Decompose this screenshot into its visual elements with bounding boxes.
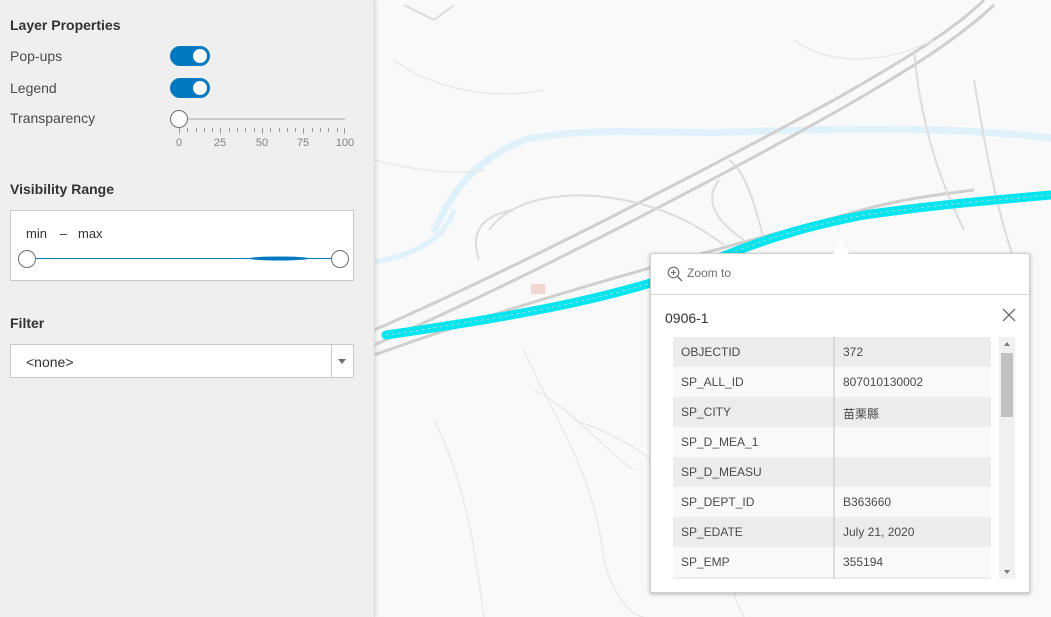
filter-select[interactable]: <none> (10, 344, 354, 378)
field-value: 372 (843, 345, 864, 359)
field-value: B363660 (843, 495, 892, 509)
layer-properties-panel: Layer Properties Pop-ups Legend Transpar… (0, 0, 375, 617)
layer-properties-title: Layer Properties (10, 17, 121, 33)
field-name: SP_D_MEA_1 (681, 435, 759, 449)
visibility-range-slider[interactable] (11, 211, 353, 280)
zoom-to-label: Zoom to (687, 266, 732, 280)
field-name: SP_EMP (681, 555, 730, 569)
transparency-slider-track[interactable] (179, 118, 345, 120)
scroll-up-arrow-icon[interactable] (1004, 342, 1010, 346)
field-value: July 21, 2020 (843, 525, 915, 539)
tick-label: 25 (213, 137, 227, 149)
table-row: SP_CITY 苗栗縣 (673, 397, 991, 427)
zoom-in-icon (667, 266, 683, 282)
tick-label: 0 (175, 137, 183, 149)
table-row: OBJECTID 372 (673, 337, 991, 367)
field-name: OBJECTID (681, 345, 741, 359)
attribute-table[interactable]: OBJECTID 372 SP_ALL_ID 807010130002 SP_C… (673, 337, 991, 579)
column-divider (833, 337, 835, 579)
transparency-ticks (179, 128, 345, 134)
filter-dropdown-button[interactable] (331, 345, 353, 377)
popups-toggle[interactable] (170, 46, 210, 66)
scroll-down-arrow-icon[interactable] (1004, 570, 1010, 574)
close-icon (1002, 308, 1016, 322)
field-value: 355194 (843, 555, 884, 569)
table-row: SP_D_MEA_1 (673, 427, 991, 457)
tick-label: 75 (296, 137, 310, 149)
table-row: SP_D_MEASU (673, 457, 991, 487)
feature-popup: Zoom to 0906-1 OBJECTID 372 SP_ALL_ID 80… (650, 253, 1030, 593)
field-name: SP_ALL_ID (681, 375, 744, 389)
visibility-max-thumb (331, 250, 349, 268)
field-name: SP_CITY (681, 405, 732, 419)
field-value: 807010130002 (843, 375, 924, 389)
field-value: 苗栗縣 (843, 407, 880, 421)
popup-title: 0906-1 (665, 310, 709, 326)
close-popup-button[interactable] (1001, 307, 1017, 323)
field-name: SP_EDATE (681, 525, 743, 539)
popup-header: Zoom to (651, 254, 1029, 295)
transparency-label: Transparency (10, 110, 96, 126)
table-row: SP_ALL_ID 807010130002 (673, 367, 991, 397)
popups-label: Pop-ups (10, 48, 63, 64)
filter-title: Filter (10, 315, 45, 331)
filter-select-value: <none> (26, 354, 74, 370)
transparency-slider-thumb[interactable] (170, 110, 188, 128)
table-row: SP_EDATE July 21, 2020 (673, 517, 991, 547)
toggle-knob (192, 80, 208, 96)
field-name: SP_D_MEASU (681, 465, 762, 479)
legend-label: Legend (10, 80, 57, 96)
scrollbar-thumb[interactable] (1001, 353, 1013, 417)
popup-scrollbar[interactable] (999, 337, 1015, 579)
tick-label: 100 (335, 137, 355, 149)
tick-label: 50 (255, 137, 269, 149)
river (430, 125, 1051, 234)
table-row: SP_EMP 355194 (673, 547, 991, 577)
field-name: SP_DEPT_ID (681, 495, 755, 509)
toggle-knob (192, 48, 208, 64)
chevron-down-icon (338, 359, 346, 364)
visibility-range-title: Visibility Range (10, 181, 114, 197)
legend-toggle[interactable] (170, 78, 210, 98)
map-building (531, 284, 545, 294)
visibility-range-control: min – max (10, 210, 354, 281)
table-row: SP_DEPT_ID B363660 (673, 487, 991, 517)
popup-pointer (833, 240, 849, 254)
visibility-min-thumb (18, 250, 36, 268)
table-row (673, 577, 991, 579)
